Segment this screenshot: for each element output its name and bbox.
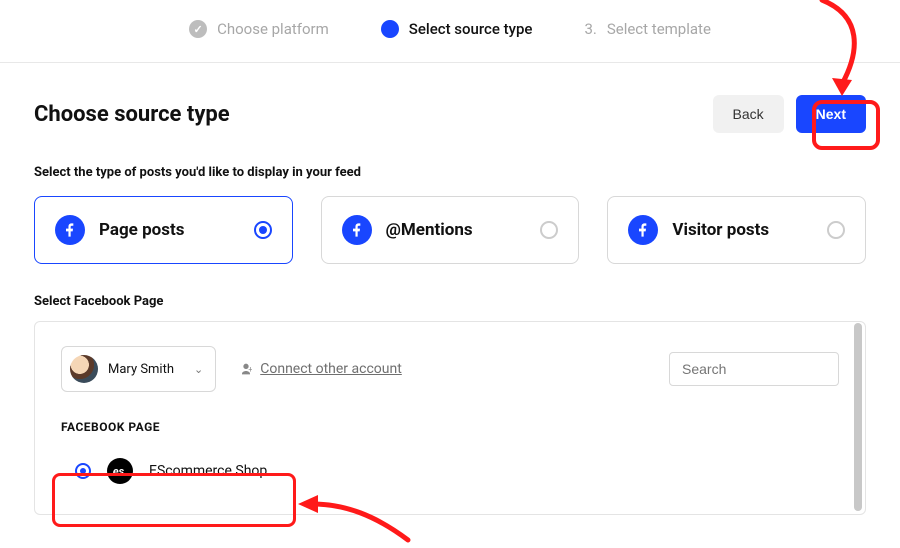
connect-other-account[interactable]: Connect other account [238,361,402,377]
avatar [70,355,98,383]
add-user-icon [238,361,254,377]
step-label: Choose platform [217,20,329,38]
panel-top-row: Mary Smith ⌄ Connect other account [61,346,839,392]
prompt-select-facebook-page: Select Facebook Page [0,264,900,321]
facebook-page-panel: Mary Smith ⌄ Connect other account FACEB… [34,321,866,515]
step-select-template: 3. Select template [584,20,710,38]
option-label: Visitor posts [672,220,813,240]
option-mentions[interactable]: @Mentions [321,196,580,264]
radio-icon [540,221,558,239]
connect-label: Connect other account [260,361,402,377]
radio-icon [75,463,91,479]
step-choose-platform[interactable]: Choose platform [189,20,329,38]
page-logo: es. [107,458,133,484]
source-type-options: Page posts @Mentions Visitor posts [0,196,900,264]
dot-icon [381,20,399,38]
account-dropdown[interactable]: Mary Smith ⌄ [61,346,216,392]
step-label: Select source type [409,20,533,38]
search-input[interactable] [682,361,863,377]
radio-icon [827,221,845,239]
next-button[interactable]: Next [796,95,866,133]
facebook-page-row[interactable]: es. EScommerce Shop [61,448,301,494]
facebook-page-panel-wrapper: Mary Smith ⌄ Connect other account FACEB… [0,321,900,515]
option-label: @Mentions [386,220,527,240]
facebook-icon [342,215,372,245]
facebook-icon [55,215,85,245]
search-box[interactable] [669,352,839,386]
page-name: EScommerce Shop [149,463,267,479]
stepper: Choose platform Select source type 3. Se… [0,0,900,63]
step-number: 3. [584,20,596,38]
option-page-posts[interactable]: Page posts [34,196,293,264]
page-title: Choose source type [34,102,230,127]
option-visitor-posts[interactable]: Visitor posts [607,196,866,264]
facebook-page-section-label: FACEBOOK PAGE [61,420,839,434]
back-button[interactable]: Back [713,95,784,133]
chevron-down-icon: ⌄ [194,363,203,376]
step-select-source-type[interactable]: Select source type [381,20,533,38]
account-name: Mary Smith [108,362,174,377]
facebook-icon [628,215,658,245]
header-actions: Back Next [713,95,866,133]
step-label: Select template [607,20,711,38]
option-label: Page posts [99,220,240,240]
prompt-select-post-type: Select the type of posts you'd like to d… [0,133,900,196]
check-icon [189,20,207,38]
page-header: Choose source type Back Next [0,63,900,133]
radio-icon [254,221,272,239]
scrollbar-thumb[interactable] [854,323,862,511]
